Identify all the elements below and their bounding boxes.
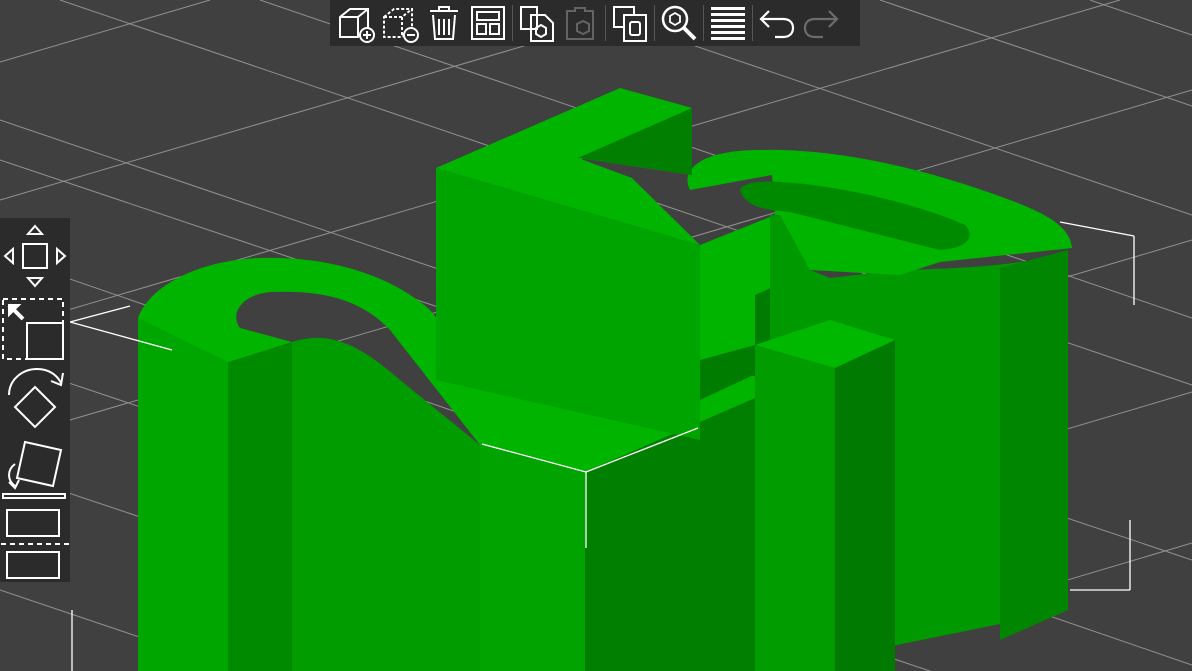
place-on-face-icon: [2, 441, 66, 500]
arrange-button[interactable]: [466, 1, 510, 45]
cut-tool-button[interactable]: [0, 506, 70, 582]
scale-tool-button[interactable]: [0, 292, 70, 364]
search-icon: [661, 5, 697, 41]
rotate-icon: [8, 367, 64, 429]
left-toolbar: [0, 218, 70, 582]
scale-icon: [2, 298, 64, 361]
3d-viewport[interactable]: [0, 0, 1192, 671]
layers-button[interactable]: [706, 1, 750, 45]
delete-all-icon: [430, 6, 458, 40]
copy-icon: [520, 6, 554, 42]
delete-all-button[interactable]: [422, 1, 466, 45]
add-button[interactable]: [334, 1, 378, 45]
layers-icon: [711, 7, 745, 40]
instance-add-icon: [613, 6, 647, 42]
toolbar-separator: [654, 5, 655, 41]
redo-button[interactable]: [799, 1, 843, 45]
move-tool-button[interactable]: [0, 220, 70, 292]
instance-add-button[interactable]: [608, 1, 652, 45]
delete-icon: [383, 8, 419, 43]
top-toolbar: [330, 0, 860, 46]
copy-button[interactable]: [515, 1, 559, 45]
redo-icon: [803, 10, 839, 39]
arrange-icon: [471, 6, 505, 40]
paste-button[interactable]: [559, 1, 603, 45]
add-icon: [339, 8, 375, 43]
toolbar-separator: [703, 5, 704, 41]
undo-icon: [759, 10, 795, 39]
toolbar-separator: [512, 5, 513, 41]
undo-button[interactable]: [755, 1, 799, 45]
rotate-tool-button[interactable]: [0, 363, 70, 435]
place-on-face-tool-button[interactable]: [0, 435, 70, 507]
toolbar-separator: [752, 5, 753, 41]
search-button[interactable]: [657, 1, 701, 45]
cut-icon: [1, 509, 69, 579]
move-icon: [3, 224, 67, 288]
delete-button[interactable]: [378, 1, 422, 45]
paste-icon: [566, 7, 594, 40]
toolbar-separator: [605, 5, 606, 41]
